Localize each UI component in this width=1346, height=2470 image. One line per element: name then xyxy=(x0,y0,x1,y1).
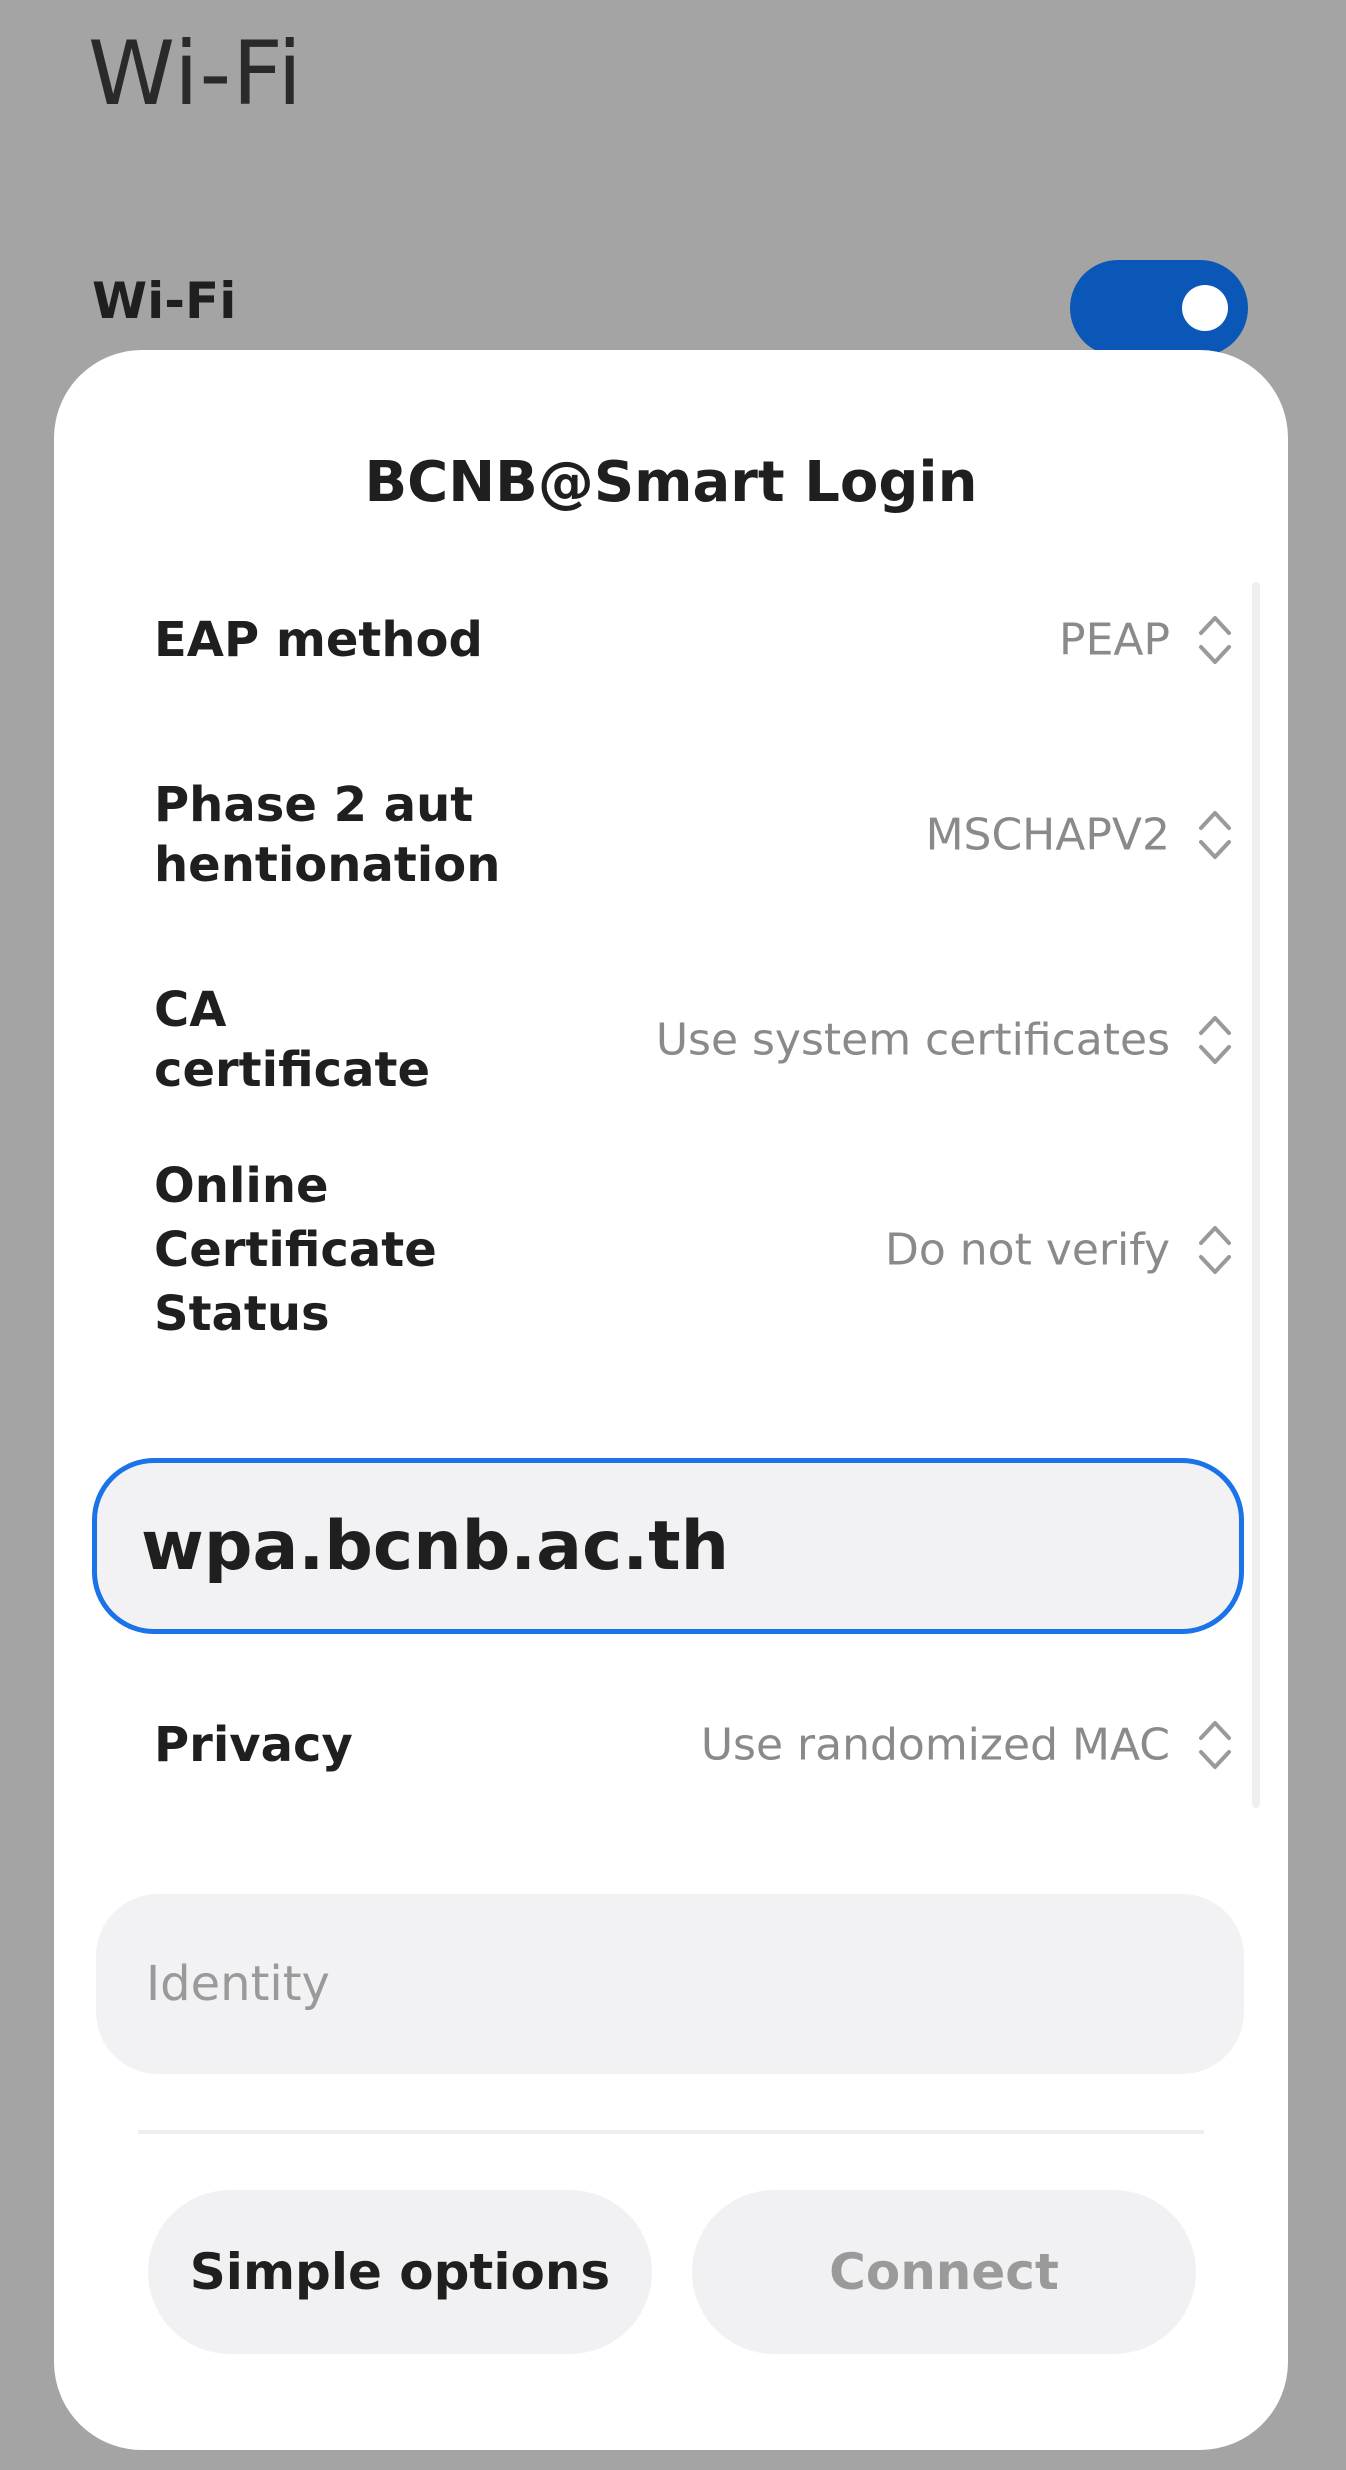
simple-options-button[interactable]: Simple options xyxy=(148,2190,652,2354)
ca-certificate-value: Use system certificates xyxy=(655,1014,1170,1066)
privacy-row[interactable]: Privacy Use randomized MAC xyxy=(154,1680,1234,1810)
eap-method-label: EAP method xyxy=(154,612,483,668)
privacy-label: Privacy xyxy=(154,1717,353,1773)
chevron-updown-icon xyxy=(1199,1016,1231,1064)
privacy-value: Use randomized MAC xyxy=(700,1719,1170,1771)
identity-input[interactable]: Identity xyxy=(96,1894,1244,2074)
phase2-auth-value: MSCHAPV2 xyxy=(925,809,1170,861)
wifi-config-dialog: BCNB@Smart Login EAP method PEAP Phase 2… xyxy=(54,350,1288,2450)
online-certificate-status-value: Do not verify xyxy=(884,1224,1170,1276)
chevron-updown-icon xyxy=(1199,1721,1231,1769)
page-title: Wi-Fi xyxy=(88,22,303,125)
ca-certificate-label: CA certificate xyxy=(154,982,430,1098)
online-certificate-status-label: Online Certificate Status xyxy=(154,1158,437,1342)
online-certificate-status-row[interactable]: Online Certificate Status Do not verify xyxy=(154,1150,1234,1350)
wifi-toggle[interactable] xyxy=(1070,260,1248,356)
chevron-updown-icon xyxy=(1199,616,1231,664)
divider xyxy=(138,2130,1204,2134)
phase2-auth-label: Phase 2 aut hentionation xyxy=(154,777,501,893)
chevron-updown-icon xyxy=(1199,1226,1231,1274)
wifi-toggle-label: Wi-Fi xyxy=(92,272,237,330)
phase2-auth-row[interactable]: Phase 2 aut hentionation MSCHAPV2 xyxy=(154,760,1234,910)
dialog-title: BCNB@Smart Login xyxy=(364,450,978,515)
toggle-knob xyxy=(1182,285,1228,331)
scrollbar[interactable] xyxy=(1252,582,1260,1808)
domain-input[interactable]: wpa.bcnb.ac.th xyxy=(92,1458,1244,1634)
ca-certificate-row[interactable]: CA certificate Use system certificates xyxy=(154,960,1234,1120)
eap-method-row[interactable]: EAP method PEAP xyxy=(154,575,1234,705)
connect-button[interactable]: Connect xyxy=(692,2190,1196,2354)
chevron-updown-icon xyxy=(1199,811,1231,859)
eap-method-value: PEAP xyxy=(1059,614,1170,666)
